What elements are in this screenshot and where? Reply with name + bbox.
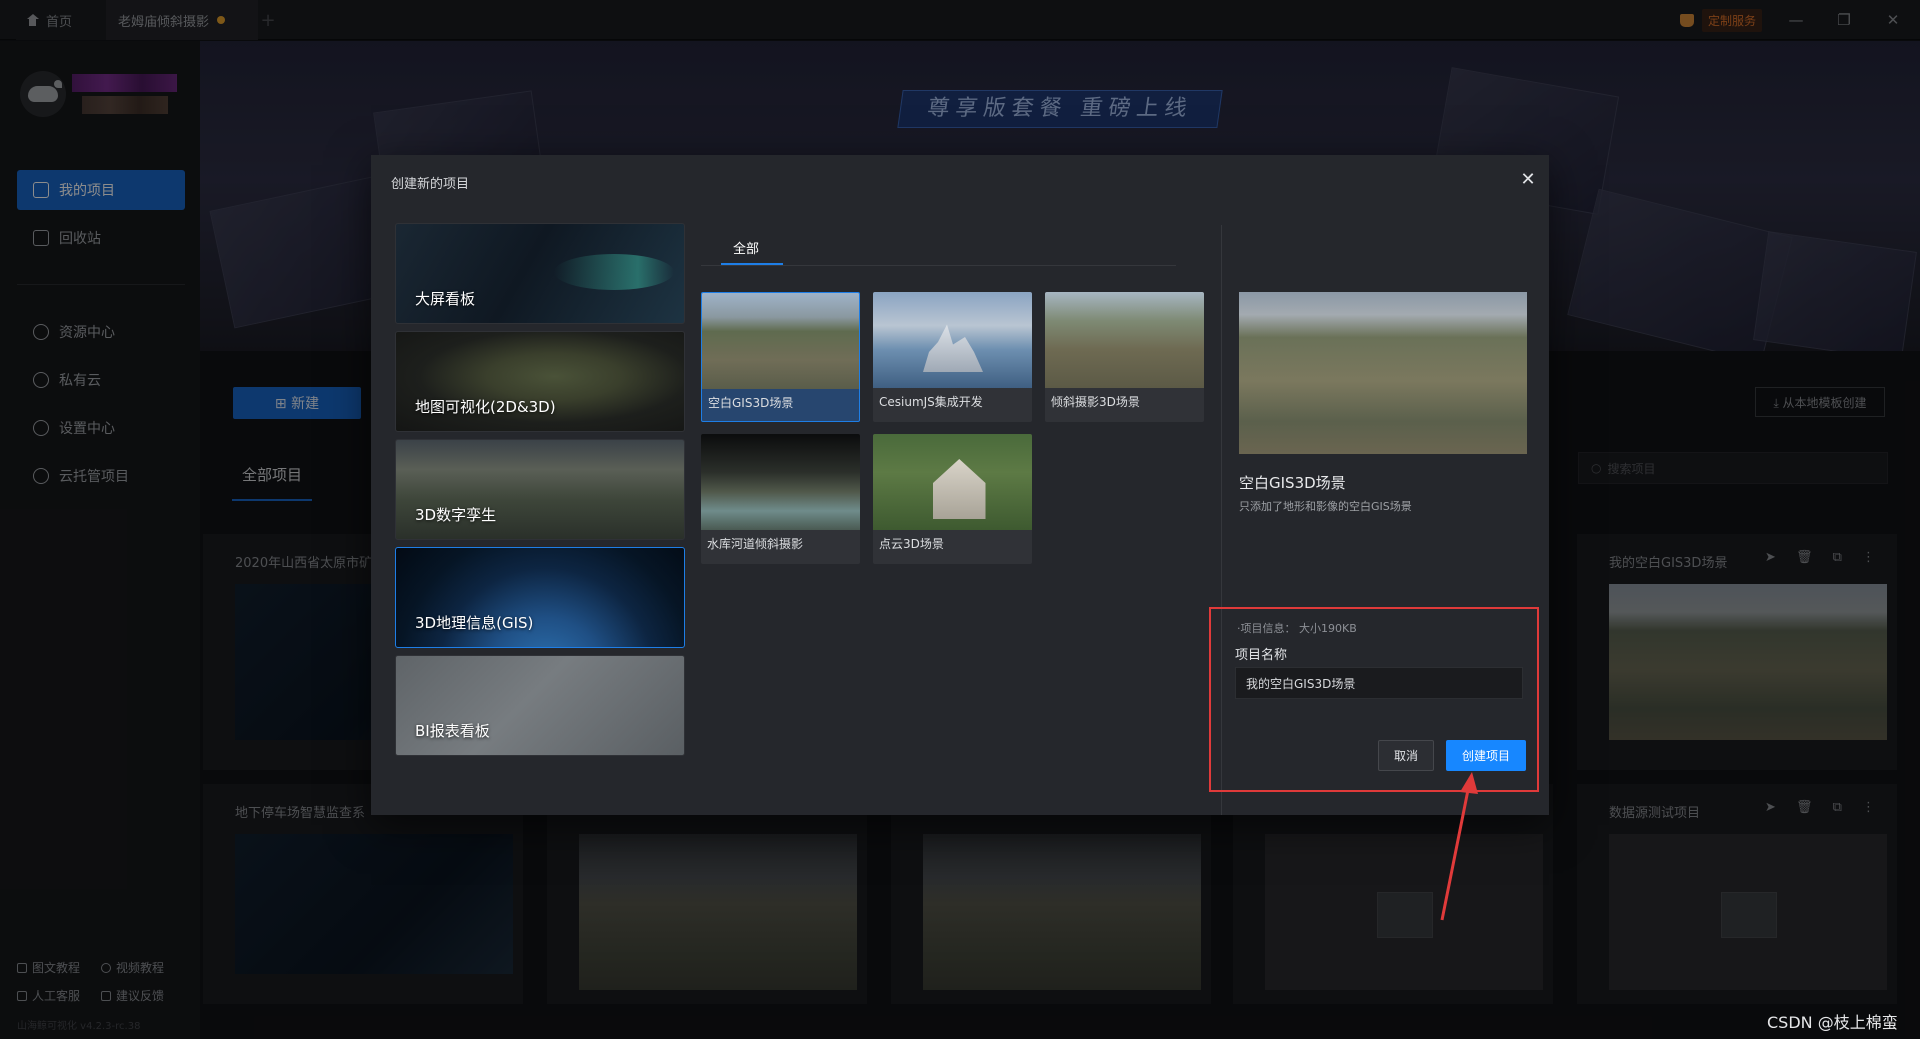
preview-image	[1239, 292, 1527, 454]
category-label: 3D地理信息(GIS)	[415, 614, 534, 632]
template-thumbnail	[873, 434, 1032, 530]
template-card-reservoir[interactable]: 水库河道倾斜摄影	[701, 434, 860, 564]
template-name: 点云3D场景	[879, 537, 944, 551]
template-card-oblique[interactable]: 倾斜摄影3D场景	[1045, 292, 1204, 422]
category-bi-report[interactable]: BI报表看板	[395, 655, 685, 756]
template-name: 倾斜摄影3D场景	[1051, 395, 1140, 409]
preview-description: 只添加了地形和影像的空白GIS场景	[1239, 500, 1412, 513]
category-map-visualization[interactable]: 地图可视化(2D&3D)	[395, 331, 685, 432]
category-digital-twin[interactable]: 3D数字孪生	[395, 439, 685, 540]
template-name: 空白GIS3D场景	[708, 396, 794, 410]
tab-all[interactable]: 全部	[733, 238, 759, 257]
dialog-title: 创建新的项目	[391, 177, 470, 192]
template-name: 水库河道倾斜摄影	[707, 537, 804, 551]
template-card-pointcloud[interactable]: 点云3D场景	[873, 434, 1032, 564]
preview-title: 空白GIS3D场景	[1239, 474, 1346, 492]
category-dashboard[interactable]: 大屏看板	[395, 223, 685, 324]
annotation-highlight-box	[1209, 607, 1539, 792]
category-label: 大屏看板	[415, 290, 476, 308]
template-thumbnail	[702, 293, 859, 389]
template-thumbnail	[1045, 292, 1204, 388]
template-thumbnail	[873, 292, 1032, 388]
category-label: BI报表看板	[415, 722, 490, 740]
template-card-blank-gis[interactable]: 空白GIS3D场景	[701, 292, 860, 422]
template-thumbnail	[701, 434, 860, 530]
template-card-cesium[interactable]: CesiumJS集成开发	[873, 292, 1032, 422]
category-label: 地图可视化(2D&3D)	[415, 398, 556, 416]
close-icon[interactable]: ✕	[1516, 168, 1540, 192]
category-label: 3D数字孪生	[415, 506, 497, 524]
template-name: CesiumJS集成开发	[879, 395, 983, 409]
category-gis[interactable]: 3D地理信息(GIS)	[395, 547, 685, 648]
tab-divider	[701, 265, 1176, 266]
annotation-arrow-icon	[1440, 772, 1478, 921]
watermark-text: CSDN @枝上棉蛮	[1767, 1013, 1898, 1032]
